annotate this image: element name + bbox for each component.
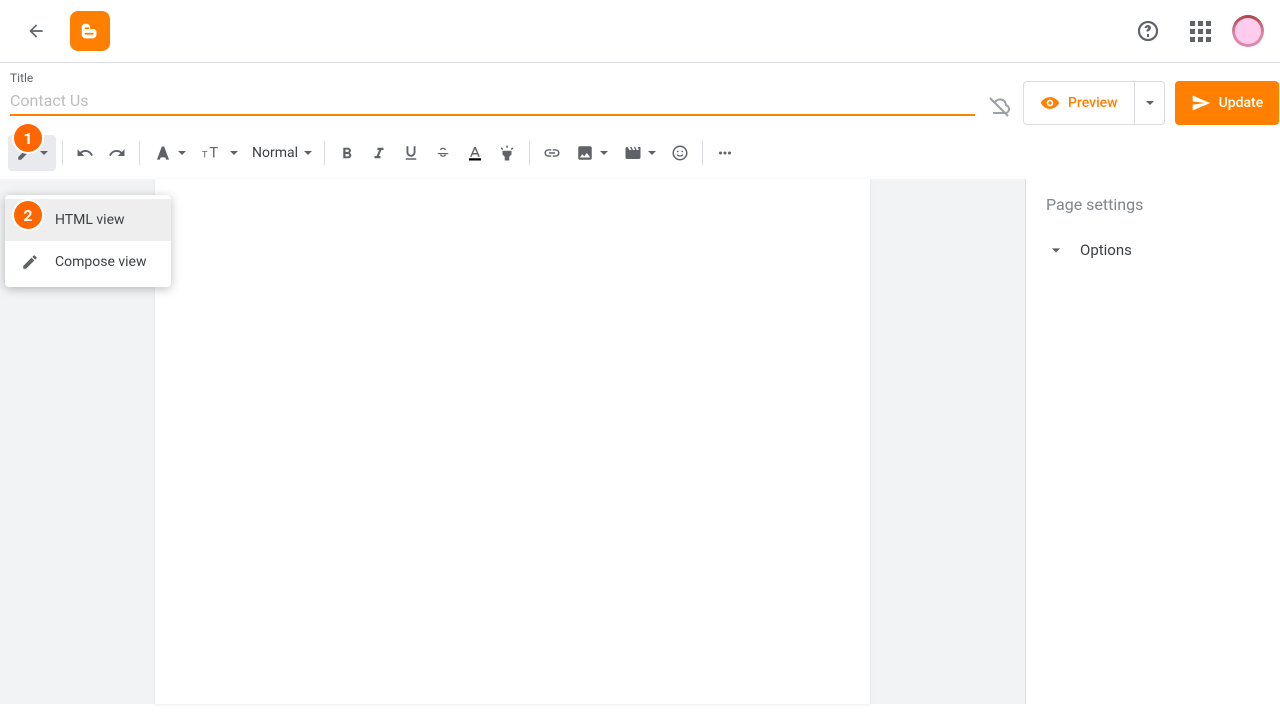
link-button[interactable] [536,135,568,171]
header-left [16,11,110,51]
svg-text:A: A [158,147,166,161]
title-label: Title [10,71,975,85]
separator [324,141,325,165]
back-button[interactable] [16,11,56,51]
pencil-icon [21,253,39,271]
undo-icon [76,144,94,162]
image-icon [576,144,594,162]
italic-button[interactable] [363,135,395,171]
content-area: Page settings Options [0,179,1280,704]
text-color-icon [466,144,484,162]
video-button[interactable] [616,135,664,171]
font-icon: A [154,144,172,162]
preview-button[interactable]: Preview [1024,82,1134,124]
preview-button-group: Preview [1023,81,1165,125]
compose-view-item[interactable]: Compose view [5,241,171,283]
undo-button[interactable] [69,135,101,171]
editor-page[interactable] [155,179,870,704]
options-label: Options [1080,241,1132,259]
strikethrough-icon [434,144,452,162]
redo-button[interactable] [101,135,133,171]
chevron-down-icon [600,151,608,155]
send-icon [1191,93,1211,113]
title-column: Title [10,71,975,116]
chevron-down-icon [1146,101,1154,105]
update-button[interactable]: Update [1175,81,1280,125]
preview-label: Preview [1068,95,1118,111]
html-view-label: HTML view [55,212,125,228]
redo-icon [108,144,126,162]
eye-icon [1040,93,1060,113]
apps-button[interactable] [1180,11,1220,51]
apps-grid-icon [1190,21,1211,42]
annotation-badge-1: 1 [14,124,42,152]
chevron-down-icon [304,151,312,155]
more-button[interactable] [709,135,741,171]
sync-status [987,87,1011,127]
font-family-button[interactable]: A [146,135,194,171]
annotation-badge-2: 2 [14,201,42,229]
bold-icon [338,144,356,162]
separator [702,141,703,165]
image-button[interactable] [568,135,616,171]
help-button[interactable] [1128,11,1168,51]
paragraph-style-label: Normal [252,145,298,161]
blogger-logo-icon [79,20,101,42]
title-action-row: Title Preview Update [0,63,1280,127]
paragraph-style-select[interactable]: Normal [246,145,318,161]
compose-view-label: Compose view [55,254,146,270]
action-buttons: Preview Update [1023,81,1279,125]
arrow-left-icon [26,21,46,41]
svg-text:T: T [209,144,218,162]
chevron-down-icon [230,151,238,155]
blogger-logo[interactable] [70,11,110,51]
preview-dropdown[interactable] [1134,82,1164,124]
update-label: Update [1219,95,1264,111]
video-icon [624,144,642,162]
account-avatar[interactable] [1232,15,1264,47]
svg-text:T: T [202,151,208,161]
editor-toolbar: A TT Normal [0,127,1280,179]
chevron-down-icon [40,151,48,155]
settings-heading: Page settings [1046,195,1260,214]
text-size-icon: TT [202,144,224,162]
page-settings-panel: Page settings Options [1025,179,1280,704]
italic-icon [370,144,388,162]
title-input[interactable] [10,85,975,116]
chevron-down-icon [648,151,656,155]
separator [62,141,63,165]
underline-button[interactable] [395,135,427,171]
bold-button[interactable] [331,135,363,171]
settings-options-item[interactable]: Options [1046,234,1260,266]
header-right [1128,11,1264,51]
highlight-icon [498,144,516,162]
cloud-off-icon [987,95,1011,119]
underline-icon [402,144,420,162]
font-size-button[interactable]: TT [194,135,246,171]
separator [139,141,140,165]
help-icon [1136,19,1160,43]
text-color-button[interactable] [459,135,491,171]
chevron-down-icon [1046,240,1066,260]
emoji-icon [671,144,689,162]
more-horiz-icon [716,144,734,162]
link-icon [543,144,561,162]
app-header [0,0,1280,63]
emoji-button[interactable] [664,135,696,171]
strikethrough-button[interactable] [427,135,459,171]
highlight-color-button[interactable] [491,135,523,171]
chevron-down-icon [178,151,186,155]
separator [529,141,530,165]
